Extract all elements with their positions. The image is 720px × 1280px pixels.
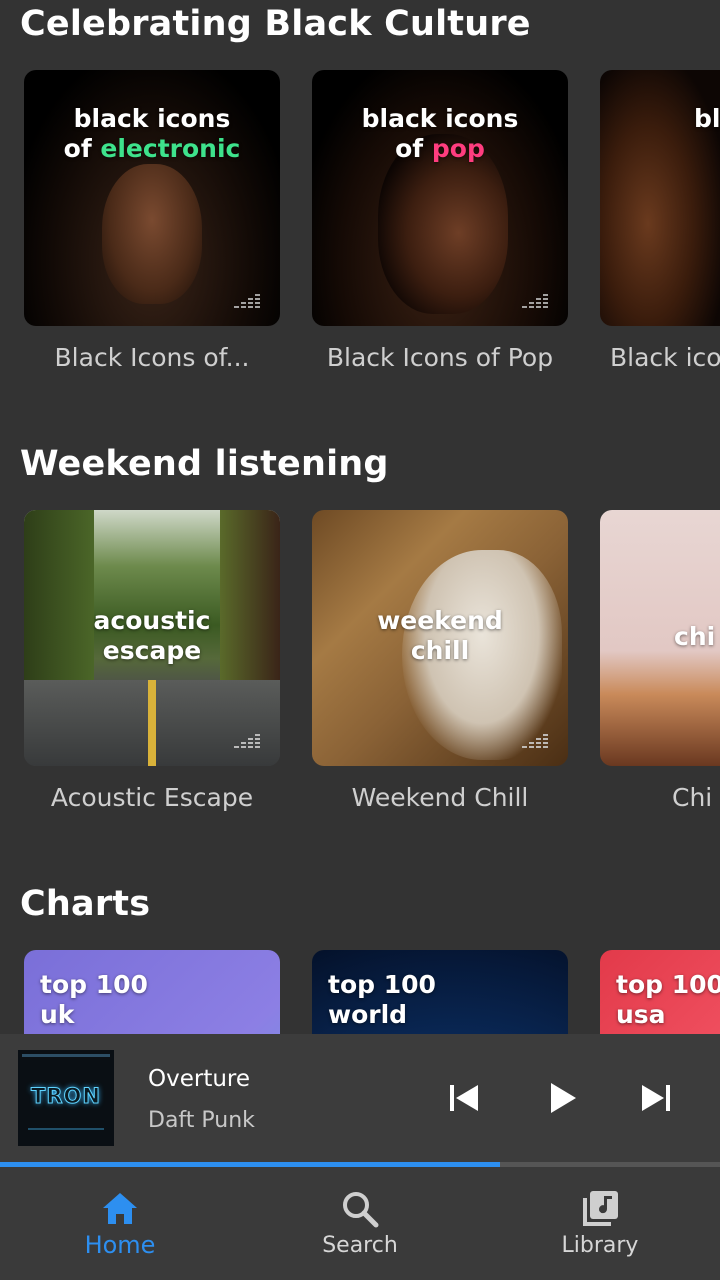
nav-label-home: Home — [84, 1231, 156, 1259]
album-art[interactable]: TRON — [18, 1050, 114, 1146]
library-icon — [583, 1191, 618, 1226]
equalizer-logo-icon — [234, 734, 260, 748]
nav-item-home[interactable]: Home — [0, 1167, 240, 1280]
cover-title: bl — [694, 104, 720, 133]
playlist-card-weekend-chill[interactable]: weekend chill — [312, 510, 568, 766]
cover-road-line — [148, 680, 156, 766]
mini-player[interactable]: TRON — [0, 1034, 720, 1164]
section-title-weekend-listening: Weekend listening — [20, 444, 389, 484]
album-art-top-line — [22, 1054, 110, 1057]
bottom-navigation: Home Search Library — [0, 1167, 720, 1280]
playlist-card-acoustic-escape[interactable]: acoustic escape — [24, 510, 280, 766]
track-artist[interactable]: Daft Punk — [148, 1108, 255, 1133]
equalizer-logo-icon — [234, 294, 260, 308]
playlist-caption[interactable]: Black ico — [610, 343, 720, 372]
playlist-caption[interactable]: Weekend Chill — [312, 783, 568, 812]
album-art-bottom-line — [28, 1128, 104, 1130]
home-screen: Celebrating Black Culture black icons of… — [0, 0, 720, 1280]
cover-title: black icons of pop — [361, 104, 519, 163]
album-art-logo: TRON — [31, 1084, 101, 1109]
cover-title: black icons of electronic — [63, 104, 241, 163]
nav-label-search: Search — [322, 1233, 398, 1258]
cover-title: chi — [674, 622, 716, 651]
equalizer-logo-icon — [522, 294, 548, 308]
cover-title: acoustic escape — [93, 606, 211, 665]
skip-previous-icon[interactable] — [442, 1076, 486, 1120]
nav-item-library[interactable]: Library — [480, 1167, 720, 1280]
playlist-card-chill-partial[interactable]: chi — [600, 510, 720, 766]
play-icon[interactable] — [540, 1076, 584, 1120]
playlist-caption[interactable]: Black Icons of... — [24, 343, 280, 372]
cover-title: top 100 usa — [616, 970, 720, 1029]
playlist-card-black-icons-pop[interactable]: black icons of pop — [312, 70, 568, 326]
nav-label-library: Library — [561, 1233, 639, 1258]
playlist-card-black-icons-partial[interactable]: bl — [600, 70, 720, 326]
cover-title: top 100 world — [328, 970, 436, 1029]
cover-title: weekend chill — [377, 606, 503, 665]
nav-item-search[interactable]: Search — [240, 1167, 480, 1280]
playlist-caption[interactable]: Chi — [672, 783, 720, 812]
section-title-charts: Charts — [20, 884, 151, 924]
search-icon — [343, 1192, 379, 1228]
home-icon — [103, 1193, 137, 1224]
cover-portrait — [102, 164, 202, 304]
playlist-caption[interactable]: Acoustic Escape — [24, 783, 280, 812]
skip-next-icon[interactable] — [634, 1076, 678, 1120]
section-title-black-culture: Celebrating Black Culture — [20, 4, 531, 44]
playlist-caption[interactable]: Black Icons of Pop — [312, 343, 568, 372]
playlist-card-black-icons-electronic[interactable]: black icons of electronic — [24, 70, 280, 326]
cover-title: top 100 uk — [40, 970, 148, 1029]
equalizer-logo-icon — [522, 734, 548, 748]
track-title[interactable]: Overture — [148, 1066, 250, 1092]
